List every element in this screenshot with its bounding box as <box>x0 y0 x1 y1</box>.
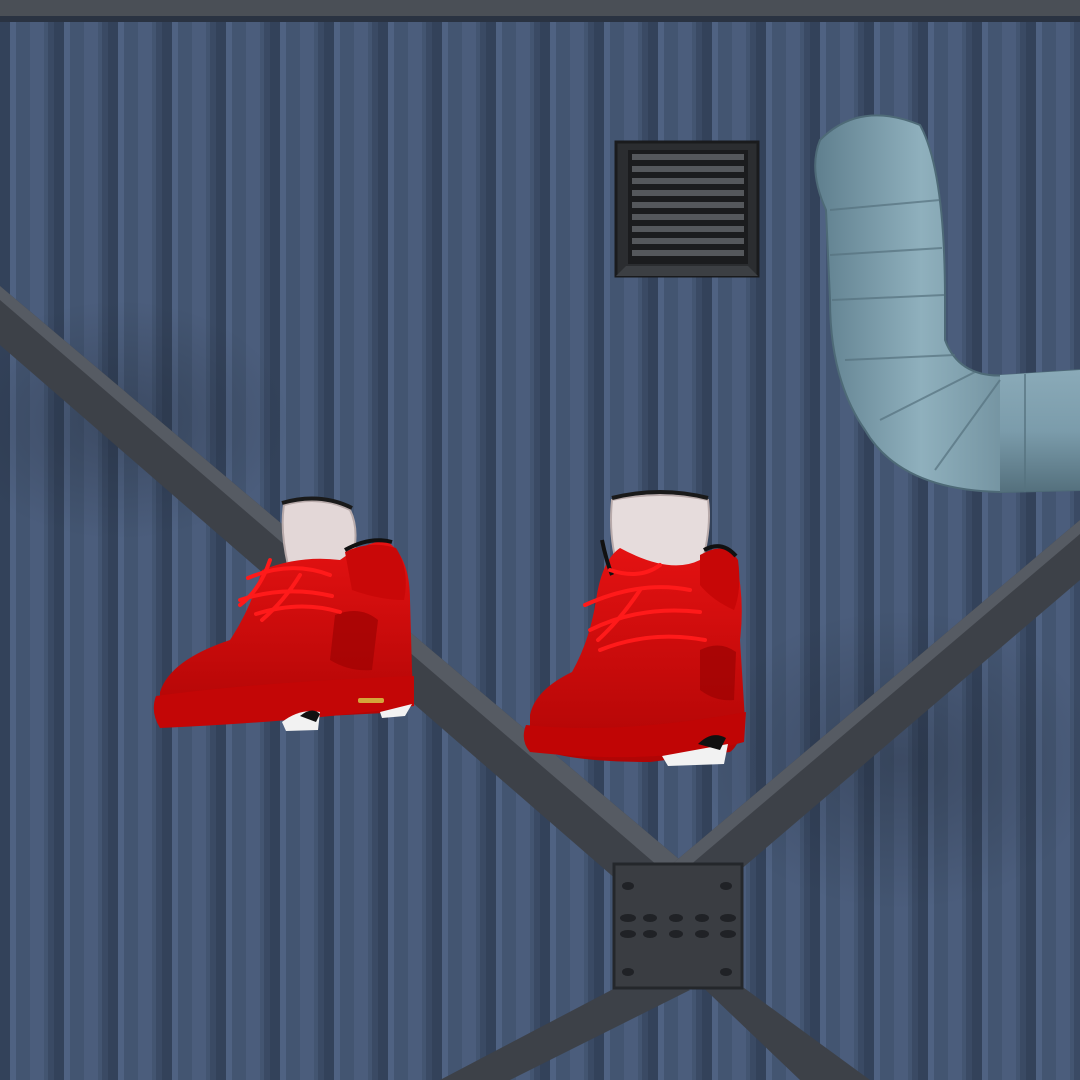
roof-edge <box>0 0 1080 16</box>
steel-gusset-plate-icon <box>612 862 744 990</box>
wall-vent-icon <box>614 140 760 278</box>
roof-edge-shadow <box>0 16 1080 22</box>
game-scene <box>0 0 1080 1080</box>
